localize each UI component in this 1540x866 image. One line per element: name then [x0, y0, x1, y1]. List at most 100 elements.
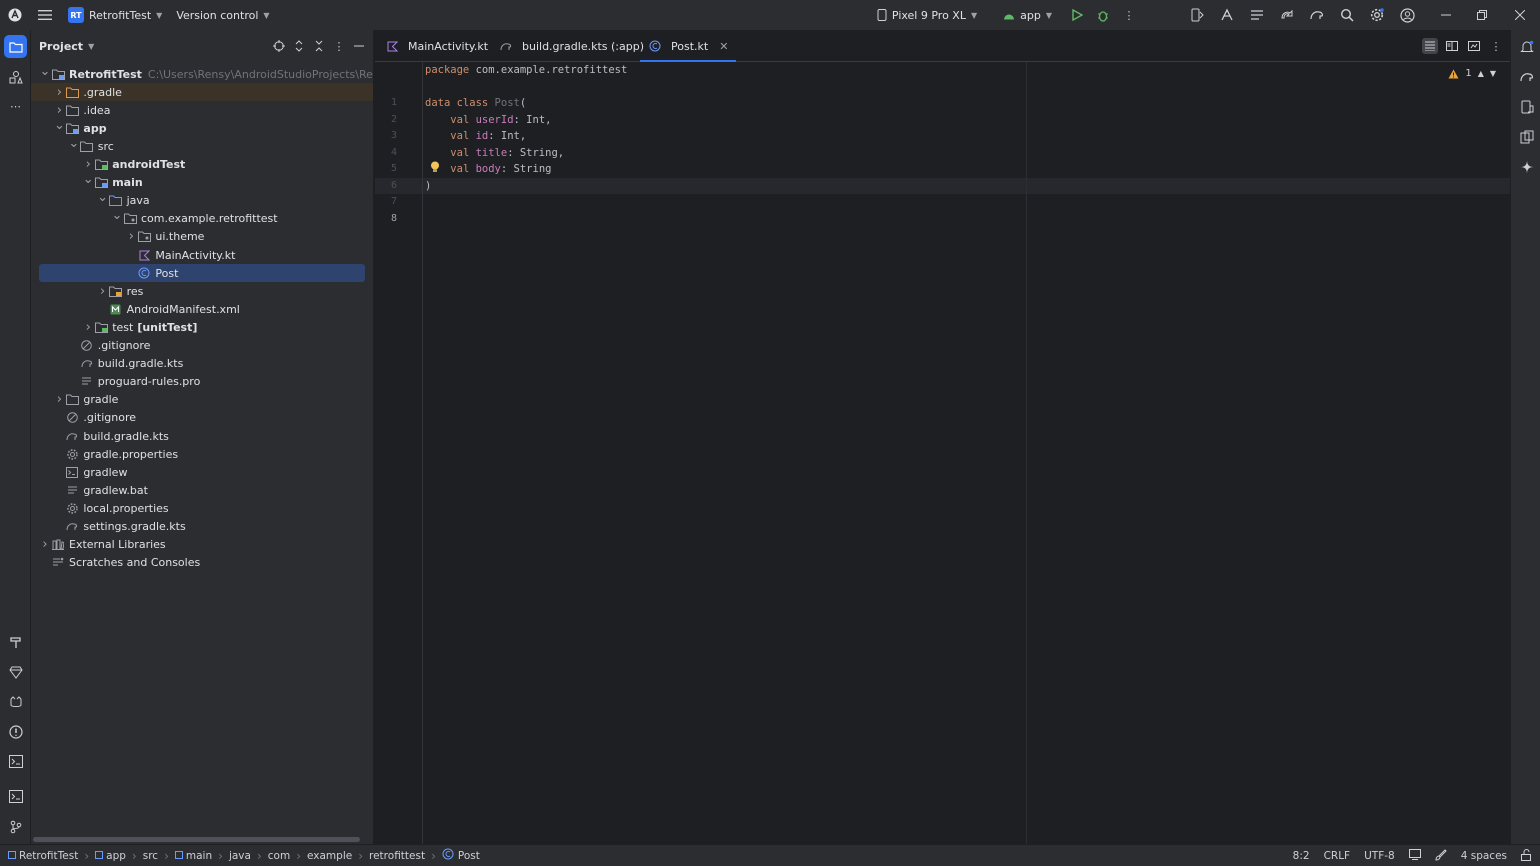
tree-item[interactable]: MainActivity.kt [125, 246, 235, 264]
run-console-icon[interactable] [4, 785, 27, 808]
structure-icon[interactable] [1242, 0, 1272, 30]
device-manager-tool-icon[interactable] [1515, 95, 1538, 118]
problems-warning-icon[interactable] [4, 720, 27, 743]
android-studio-logo-icon[interactable] [0, 0, 30, 30]
device-manager-icon[interactable] [1182, 0, 1212, 30]
breadcrumb-item[interactable]: main [186, 850, 212, 862]
breadcrumb-item[interactable]: com [268, 850, 290, 862]
build-hammer-icon[interactable] [4, 630, 27, 653]
restore-window-icon[interactable] [1464, 0, 1500, 30]
code-line[interactable]: data class Post( [425, 97, 526, 113]
line-gutter[interactable]: 1 2 3 4 5 6 7 8 [375, 62, 423, 844]
code-line[interactable]: val userId: Int, [425, 114, 551, 130]
search-icon[interactable] [1332, 0, 1362, 30]
tree-item[interactable]: ⌄ RetrofitTest C:\Users\Rensy\AndroidStudi… [39, 64, 373, 83]
version-control-branch-icon[interactable] [4, 815, 27, 838]
collapse-all-icon[interactable] [311, 38, 327, 54]
readonly-toggle-icon[interactable] [1408, 849, 1421, 863]
tab-mainactivity[interactable]: MainActivity.kt [385, 30, 488, 62]
tree-item[interactable]: ⌄ com.example.retrofittest [111, 208, 278, 228]
tree-item[interactable]: gradlew.bat [53, 481, 148, 499]
chevron-down-icon[interactable]: ⌄ [111, 208, 123, 223]
code-line[interactable]: val title: String, [425, 147, 564, 163]
breadcrumb-item[interactable]: java [229, 850, 251, 862]
main-menu-icon[interactable] [30, 0, 60, 30]
terminal-icon[interactable] [4, 750, 27, 773]
hide-panel-minus-icon[interactable] [351, 38, 367, 54]
design-view-icon[interactable] [1466, 38, 1482, 54]
project-tool-folder-icon[interactable] [4, 35, 27, 58]
chevron-down-icon[interactable]: ▼ [88, 42, 94, 51]
device-selector[interactable]: Pixel 9 Pro XL ▼ [877, 9, 977, 22]
tree-item[interactable]: .gitignore [68, 337, 150, 355]
tree-item[interactable]: .gitignore [53, 409, 136, 427]
tree-item[interactable]: Post [39, 264, 365, 283]
breadcrumb-item[interactable]: retrofittest [369, 850, 425, 862]
code-line[interactable]: ) [425, 180, 431, 196]
more-actions-icon[interactable]: ⋮ [1116, 0, 1142, 30]
inspection-widget[interactable]: 1 ▲ ▼ [1448, 68, 1496, 79]
tab-build-gradle[interactable]: build.gradle.kts (:app) [499, 30, 644, 62]
settings-gear-icon[interactable] [1362, 0, 1392, 30]
chevron-down-icon[interactable]: ⌄ [39, 64, 51, 79]
tree-item[interactable]: › res [97, 282, 143, 300]
chevron-right-icon[interactable]: › [82, 320, 94, 335]
minimize-window-icon[interactable] [1428, 0, 1464, 30]
gradle-tool-icon[interactable] [1515, 65, 1538, 88]
run-config-selector[interactable]: app ▼ [1003, 9, 1052, 22]
vcs-menu[interactable]: Version control ▼ [176, 9, 269, 22]
chevron-right-icon[interactable]: › [97, 284, 109, 299]
horizontal-scrollbar[interactable] [33, 837, 360, 842]
code-line[interactable]: package com.example.retrofittest [425, 64, 627, 80]
gradle-sync-icon[interactable] [1272, 0, 1302, 30]
line-separator[interactable]: CRLF [1324, 850, 1351, 862]
chevron-right-icon[interactable]: › [53, 392, 65, 407]
chevron-right-icon[interactable]: › [39, 537, 51, 552]
breadcrumb-item[interactable]: src [143, 850, 158, 862]
tree-item[interactable]: ⌄ app [53, 118, 107, 137]
intention-lightbulb-icon[interactable] [430, 161, 440, 176]
sdk-manager-icon[interactable] [1212, 0, 1242, 30]
project-switcher[interactable]: RT RetrofitTest ▼ [68, 7, 162, 23]
tree-item[interactable]: › ui.theme [125, 228, 205, 246]
code-style-brush-icon[interactable] [1435, 848, 1447, 864]
locate-file-crosshair-icon[interactable] [271, 38, 287, 54]
tree-item[interactable]: › .idea [53, 101, 111, 119]
code-view-icon[interactable] [1422, 38, 1438, 54]
code-line[interactable]: val body: String [425, 163, 551, 179]
chevron-down-icon[interactable]: ⌄ [68, 136, 80, 151]
indent-setting[interactable]: 4 spaces [1461, 850, 1507, 862]
tree-item[interactable]: build.gradle.kts [68, 355, 183, 373]
more-tools-icon[interactable]: ⋯ [4, 95, 27, 118]
tree-item[interactable]: › test [unitTest] [82, 318, 198, 336]
options-kebab-icon[interactable]: ⋮ [331, 38, 347, 54]
tree-item[interactable]: › androidTest [82, 156, 186, 174]
running-devices-icon[interactable] [1515, 125, 1538, 148]
resource-manager-icon[interactable] [4, 65, 27, 88]
tree-item[interactable]: proguard-rules.pro [68, 373, 200, 391]
tree-item[interactable]: ⌄ src [68, 136, 114, 155]
caret-position[interactable]: 8:2 [1293, 850, 1310, 862]
project-view-selector[interactable]: Project [39, 40, 83, 53]
tree-item[interactable]: gradlew [53, 463, 127, 481]
breadcrumb-item[interactable]: RetrofitTest [19, 850, 78, 862]
chevron-down-icon[interactable]: ⌄ [97, 190, 109, 205]
tree-item[interactable]: ⌄ java [97, 190, 150, 210]
next-highlight-chevron-down-icon[interactable]: ▼ [1490, 69, 1496, 78]
previous-highlight-chevron-up-icon[interactable]: ▲ [1478, 69, 1484, 78]
chevron-right-icon[interactable]: › [125, 229, 137, 244]
chevron-down-icon[interactable]: ⌄ [53, 118, 65, 133]
breadcrumb-item[interactable]: Post [458, 850, 480, 862]
gradle-elephant-icon[interactable] [1302, 0, 1332, 30]
chevron-right-icon[interactable]: › [53, 103, 65, 118]
run-button[interactable] [1064, 0, 1090, 30]
tree-item[interactable]: › .gradle [31, 83, 373, 102]
editor-options-kebab-icon[interactable]: ⋮ [1488, 38, 1504, 54]
tab-post[interactable]: Post.kt ✕ [640, 30, 737, 62]
tree-item[interactable]: gradle.properties [53, 445, 178, 463]
logcat-icon[interactable] [4, 690, 27, 713]
tree-item[interactable]: local.properties [53, 499, 169, 517]
split-view-icon[interactable] [1444, 38, 1460, 54]
tree-item[interactable]: ⌄ main [82, 172, 143, 192]
tree-item[interactable]: › gradle [53, 391, 119, 409]
